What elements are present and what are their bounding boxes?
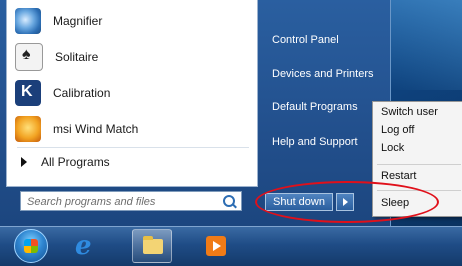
taskbar-media-player[interactable] [196,229,236,263]
program-label: Magnifier [53,14,103,28]
menu-item-control-panel[interactable]: Control Panel [272,34,339,46]
program-list-pane: Magnifier Solitaire Calibration msi Wind… [6,0,258,187]
submenu-item-switch-user[interactable]: Switch user [381,106,438,118]
program-label: Solitaire [55,50,99,64]
menu-item-devices-and-printers[interactable]: Devices and Printers [272,68,374,80]
media-player-icon [206,236,226,256]
highlight-annotation-oval [255,181,439,223]
program-label: msi Wind Match [53,122,139,136]
menu-item-help-and-support[interactable]: Help and Support [272,136,358,148]
divider [17,147,249,148]
submenu-item-log-off[interactable]: Log off [381,124,414,136]
search-icon[interactable] [223,195,235,207]
start-button[interactable] [14,229,48,263]
program-label: Calibration [53,86,111,100]
submenu-item-lock[interactable]: Lock [381,142,404,154]
search-input[interactable] [27,194,217,210]
program-item-solitaire[interactable]: Solitaire [15,40,251,74]
magnifier-icon [15,8,41,34]
taskbar-windows-explorer[interactable] [132,229,172,263]
all-programs-label: All Programs [41,155,110,169]
menu-item-default-programs[interactable]: Default Programs [272,101,358,113]
internet-explorer-icon: e [75,231,92,261]
submenu-item-restart[interactable]: Restart [381,170,416,182]
program-item-calibration[interactable]: Calibration [15,76,251,110]
solitaire-icon [15,43,43,71]
arrow-right-icon [21,157,27,167]
submenu-divider [377,164,461,165]
calibration-icon [15,80,41,106]
desktop-wallpaper-shape [388,0,462,90]
all-programs-button[interactable]: All Programs [21,155,110,169]
search-box[interactable] [20,191,242,211]
msi-wind-match-icon [15,116,41,142]
program-item-magnifier[interactable]: Magnifier [15,4,251,38]
folder-icon [143,236,163,254]
program-item-msi-wind-match[interactable]: msi Wind Match [15,112,251,146]
taskbar-internet-explorer[interactable]: e [66,229,106,263]
